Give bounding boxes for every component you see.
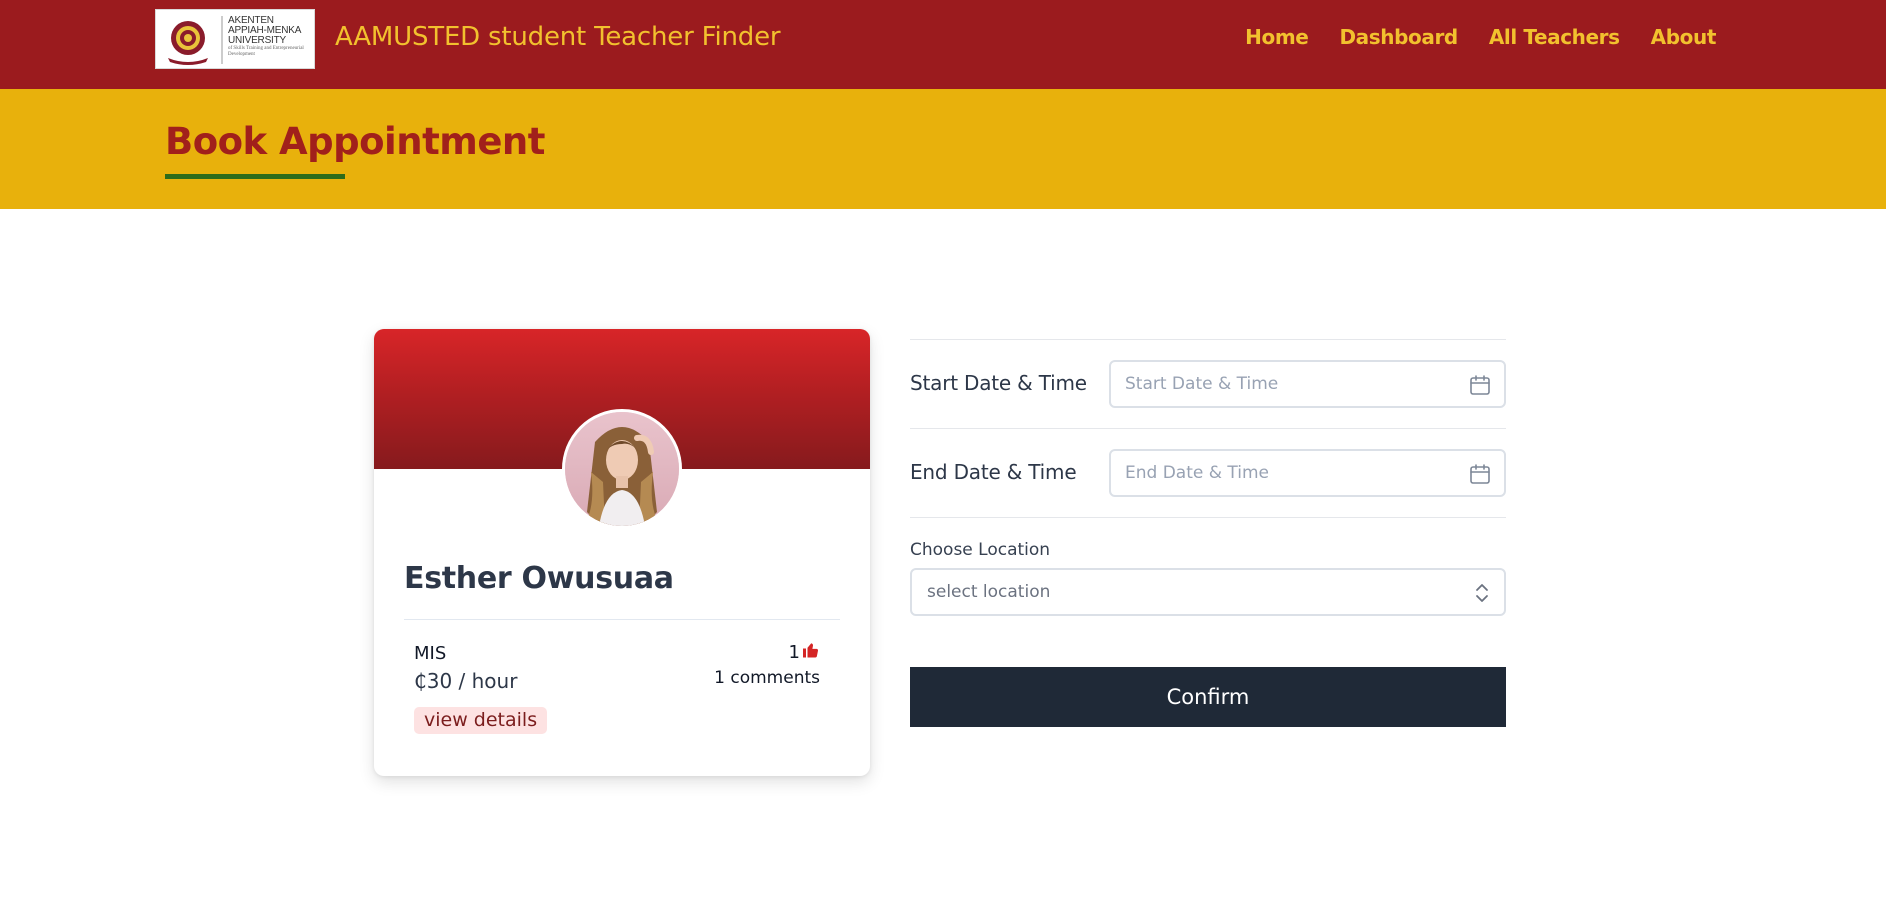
teacher-rate: ₵30 / hour xyxy=(414,669,518,693)
form-divider-top xyxy=(910,339,1506,340)
nav-about-link[interactable]: About xyxy=(1651,25,1717,49)
nav-dashboard-link[interactable]: Dashboard xyxy=(1339,25,1458,49)
logo-line-3: UNIVERSITY xyxy=(228,35,287,46)
end-datetime-field[interactable] xyxy=(1109,449,1506,497)
start-datetime-label: Start Date & Time xyxy=(910,371,1087,395)
calendar-icon[interactable] xyxy=(1468,462,1492,491)
page-title: Book Appointment xyxy=(165,120,545,163)
form-divider-bottom xyxy=(910,517,1506,518)
logo-wordmark: AKENTEN APPIAH-MENKA UNIVERSITY of Skill… xyxy=(228,16,314,58)
university-crest-icon xyxy=(156,10,228,68)
likes-count: 1 xyxy=(788,642,800,663)
teacher-name: Esther Owusuaa xyxy=(404,561,674,596)
view-details-button[interactable]: view details xyxy=(414,707,548,734)
card-divider xyxy=(404,619,840,620)
form-divider-middle xyxy=(910,428,1506,429)
end-datetime-input[interactable] xyxy=(1125,451,1455,495)
thumbs-up-icon[interactable] xyxy=(801,641,820,664)
navbar: AKENTEN APPIAH-MENKA UNIVERSITY of Skill… xyxy=(0,0,1886,89)
likes-count-group[interactable]: 1 xyxy=(789,641,820,664)
location-select-value: select location xyxy=(927,582,1051,602)
avatar-photo xyxy=(565,412,679,526)
university-logo[interactable]: AKENTEN APPIAH-MENKA UNIVERSITY of Skill… xyxy=(155,9,315,69)
location-label: Choose Location xyxy=(910,540,1051,560)
location-select[interactable]: select location xyxy=(910,568,1506,616)
teacher-card: Esther Owusuaa MIS ₵30 / hour 1 1 commen… xyxy=(374,329,870,776)
teacher-avatar xyxy=(562,409,682,529)
start-datetime-field[interactable] xyxy=(1109,360,1506,408)
teacher-subject: MIS xyxy=(414,643,447,664)
chevron-up-down-icon xyxy=(1474,583,1490,608)
calendar-icon[interactable] xyxy=(1468,373,1492,402)
brand-title[interactable]: AAMUSTED student Teacher Finder xyxy=(335,22,781,52)
comments-count[interactable]: 1 comments xyxy=(714,668,820,688)
end-datetime-label: End Date & Time xyxy=(910,460,1077,484)
title-underline xyxy=(165,174,345,179)
start-datetime-input[interactable] xyxy=(1125,362,1455,406)
nav-home-link[interactable]: Home xyxy=(1245,25,1309,49)
nav-all-teachers-link[interactable]: All Teachers xyxy=(1489,25,1620,49)
logo-tagline: of Skills Training and Entrepreneurial D… xyxy=(228,46,304,57)
main-nav: Home Dashboard All Teachers About xyxy=(1245,25,1716,49)
confirm-button[interactable]: Confirm xyxy=(910,667,1506,727)
page-header-banner: Book Appointment xyxy=(0,89,1886,209)
